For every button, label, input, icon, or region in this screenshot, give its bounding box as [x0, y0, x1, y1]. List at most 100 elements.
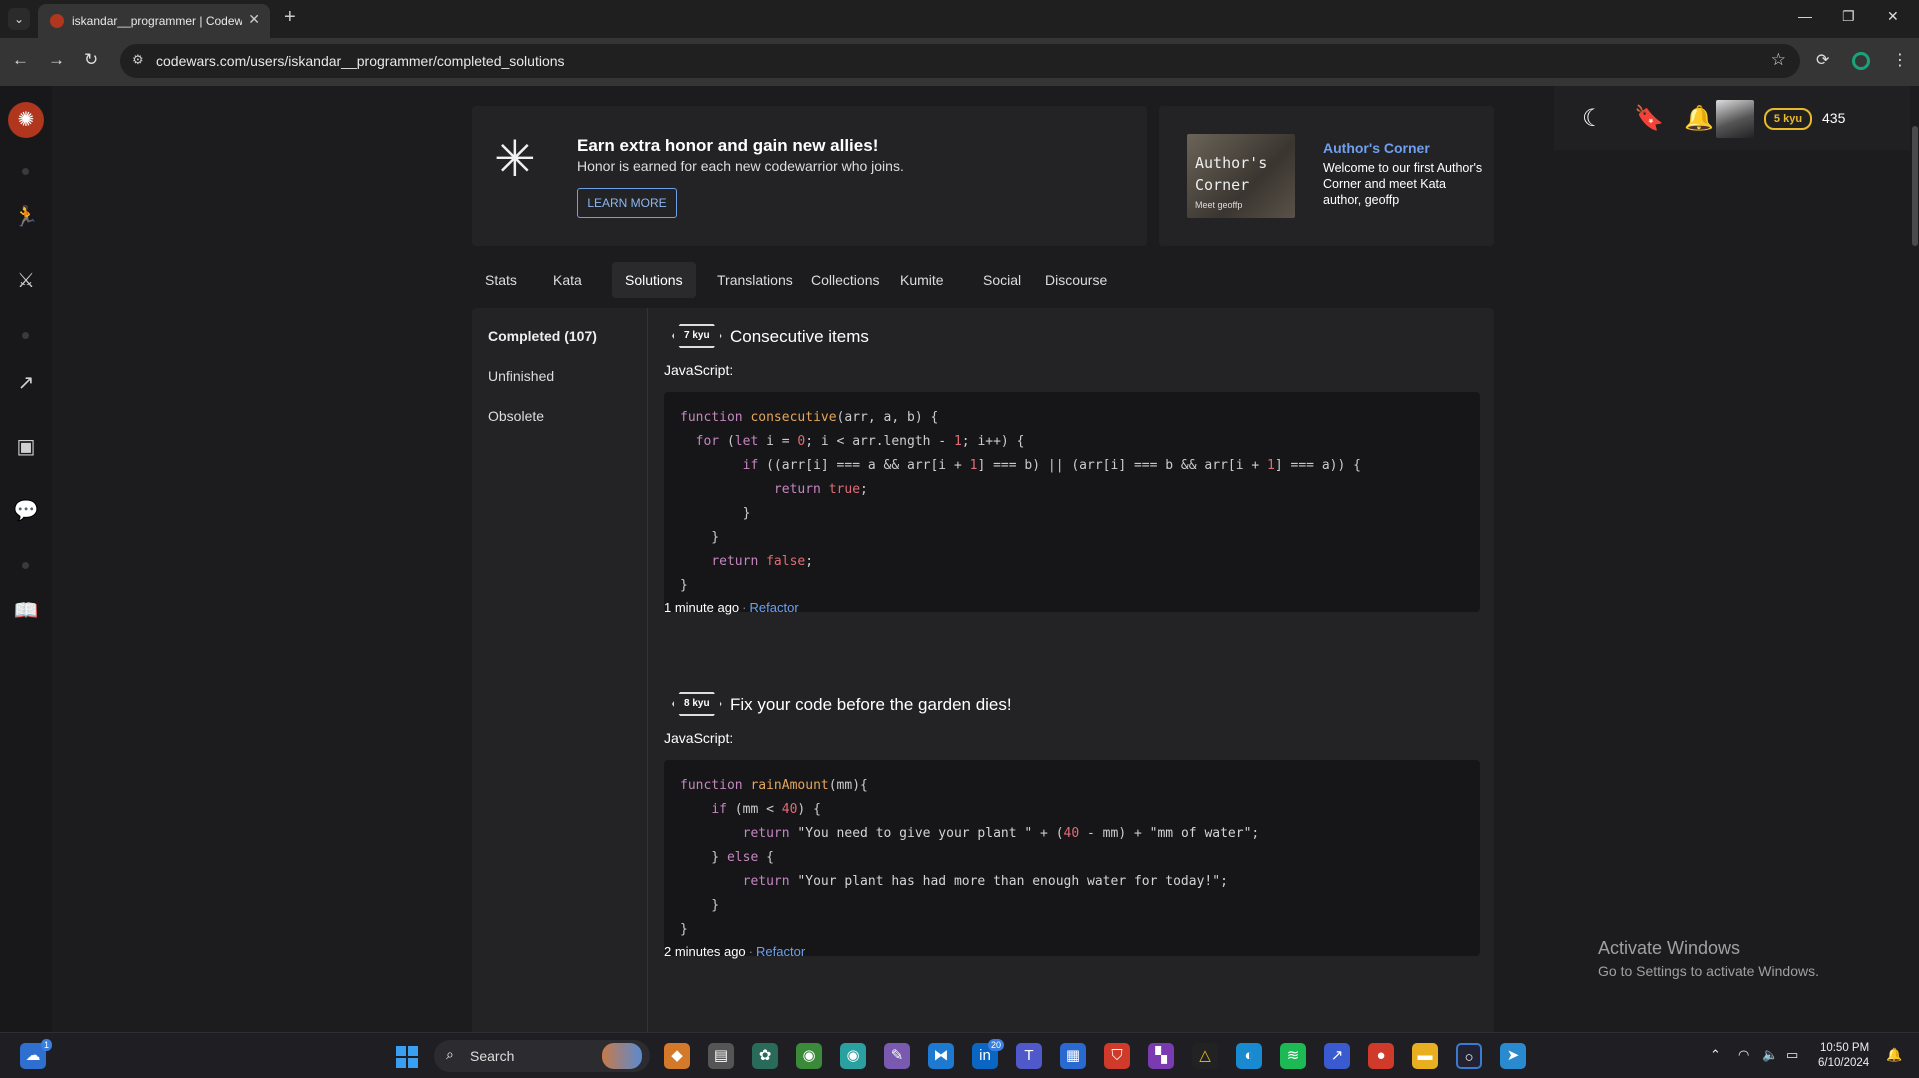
browser-tab[interactable]: iskandar__programmer | Codewars ✕ — [38, 4, 270, 38]
nav-unfinished[interactable]: Unfinished — [488, 368, 554, 384]
tab-discourse[interactable]: Discourse — [1032, 262, 1120, 298]
tray-chevron-icon[interactable]: ⌃ — [1710, 1047, 1721, 1063]
page-scrollbar[interactable] — [1910, 86, 1919, 1032]
copilot-icon[interactable]: ◆ — [664, 1043, 690, 1069]
browser-tab-bar: ⌄ iskandar__programmer | Codewars ✕ + — … — [0, 0, 1919, 38]
refactor-link[interactable]: Refactor — [756, 944, 805, 959]
menu-icon[interactable]: ⋮ — [1892, 50, 1908, 70]
sidebar-divider-dot — [22, 168, 29, 175]
main-content: ✳ Earn extra honor and gain new allies! … — [52, 86, 1919, 1032]
discussion-icon[interactable]: 💬 — [12, 498, 40, 523]
back-button[interactable]: ← — [12, 50, 29, 70]
bookmark-icon[interactable]: 🔖 — [1634, 104, 1664, 133]
sidebar-divider-dot — [22, 332, 29, 339]
kyu-badge: 7 kyu — [672, 324, 722, 348]
edge-icon[interactable]: ◐ — [1236, 1043, 1262, 1069]
taskbar-search[interactable]: ⌕ Search — [434, 1040, 650, 1072]
linkedin-icon[interactable]: in 20 — [972, 1039, 1004, 1069]
feather-app-icon[interactable]: ✎ — [884, 1043, 910, 1069]
discord-icon[interactable]: ▣ — [12, 434, 40, 459]
codewars-logo-icon[interactable]: ✺ — [8, 102, 44, 138]
notification-bell-icon[interactable]: 🔔 — [1886, 1047, 1902, 1063]
burst-icon: ✳ — [494, 131, 536, 187]
refactor-link[interactable]: Refactor — [750, 600, 799, 615]
image-caption: Author's — [1195, 154, 1268, 172]
vscode-icon[interactable]: ⧓ — [928, 1043, 954, 1069]
authors-corner-image[interactable]: Author's Corner Meet geoffp — [1187, 134, 1295, 218]
teams-icon[interactable]: T — [1016, 1043, 1042, 1069]
wifi-icon[interactable]: ◠ — [1738, 1047, 1749, 1063]
bookmark-star-icon[interactable]: ☆ — [1771, 50, 1786, 70]
scrollbar-thumb[interactable] — [1912, 126, 1918, 246]
authors-corner-text: Welcome to our first Author's Corner and… — [1323, 161, 1483, 207]
telegram-icon[interactable]: ➤ — [1500, 1043, 1526, 1069]
brave-icon[interactable]: ⛉ — [1104, 1043, 1130, 1069]
tab-kumite[interactable]: Kumite — [887, 262, 957, 298]
store-icon[interactable]: ▦ — [1060, 1043, 1086, 1069]
practice-icon[interactable]: ⚔ — [12, 268, 40, 293]
kata-title-link[interactable]: Consecutive items — [730, 327, 869, 347]
authors-corner-card: Author's Corner Meet geoffp Author's Cor… — [1159, 106, 1494, 246]
new-tab-button[interactable]: + — [284, 6, 296, 29]
banner-text: Honor is earned for each new codewarrior… — [577, 158, 904, 174]
chatgpt-icon[interactable]: ✿ — [752, 1043, 778, 1069]
notifications-bell-icon[interactable]: 🔔 — [1684, 104, 1714, 133]
leaderboard-trend-icon[interactable]: ↗ — [12, 370, 40, 395]
site-settings-icon[interactable]: ⚙ — [132, 52, 144, 68]
taskbar-clock[interactable]: 10:50 PM 6/10/2024 — [1818, 1041, 1869, 1071]
file-explorer-icon[interactable]: ▬ — [1412, 1043, 1438, 1069]
battery-icon[interactable]: ▭ — [1786, 1047, 1798, 1063]
reload-button[interactable]: ↻ — [84, 50, 98, 70]
solution-time: 1 minute ago — [664, 600, 740, 615]
nav-completed[interactable]: Completed (107) — [488, 328, 597, 344]
tab-search-dropdown[interactable]: ⌄ — [8, 8, 30, 30]
url-text[interactable]: codewars.com/users/iskandar__programmer/… — [156, 53, 565, 69]
image-caption: Meet geoffp — [1195, 200, 1243, 210]
tab-collections[interactable]: Collections — [798, 262, 892, 298]
nav-obsolete[interactable]: Obsolete — [488, 408, 544, 424]
close-tab-icon[interactable]: ✕ — [248, 11, 260, 28]
tab-kata[interactable]: Kata — [540, 262, 595, 298]
restore-icon[interactable]: ❐ — [1842, 8, 1855, 25]
grid-app-icon[interactable]: ▚ — [1148, 1043, 1174, 1069]
training-icon[interactable]: 🏃 — [12, 204, 40, 229]
chrome-icon[interactable]: ◉ — [796, 1043, 822, 1069]
kata-title-link[interactable]: Fix your code before the garden dies! — [730, 695, 1012, 715]
avatar[interactable] — [1716, 100, 1754, 138]
forward-button[interactable]: → — [48, 50, 65, 70]
task-view-icon[interactable]: ▤ — [708, 1043, 734, 1069]
activate-windows-watermark: Activate Windows Go to Settings to activ… — [1598, 938, 1819, 979]
extension-icon[interactable]: ⟳ — [1816, 50, 1829, 70]
solution-meta: 2 minutes ago · Refactor — [664, 944, 806, 959]
search-highlight-image — [602, 1043, 642, 1069]
spotify-icon[interactable]: ≋ — [1280, 1043, 1306, 1069]
code-block: function rainAmount(mm){ if (mm < 40) { … — [664, 760, 1480, 956]
circle-app-icon[interactable]: ○ — [1456, 1043, 1482, 1069]
tab-stats[interactable]: Stats — [472, 262, 530, 298]
left-sidebar: ✺ 🏃 ⚔ ↗ ▣ 💬 📖 — [0, 86, 52, 1032]
volume-icon[interactable]: 🔈 — [1762, 1047, 1778, 1063]
dark-mode-moon-icon[interactable]: ☾ — [1582, 104, 1604, 133]
close-window-icon[interactable]: ✕ — [1887, 8, 1899, 25]
authors-corner-link[interactable]: Author's Corner — [1323, 140, 1430, 156]
maps-pin-icon[interactable]: ● — [1368, 1043, 1394, 1069]
drive-icon[interactable]: △ — [1192, 1043, 1218, 1069]
widgets-icon[interactable]: ☁ 1 — [20, 1039, 52, 1069]
minimize-icon[interactable]: — — [1798, 8, 1812, 24]
tab-social[interactable]: Social — [970, 262, 1034, 298]
watermark-subtitle: Go to Settings to activate Windows. — [1598, 963, 1819, 979]
docs-book-icon[interactable]: 📖 — [12, 598, 40, 623]
address-bar[interactable]: ⚙ codewars.com/users/iskandar__programme… — [120, 44, 1800, 78]
image-caption: Corner — [1195, 176, 1250, 194]
chrome-active-icon[interactable]: ◉ — [840, 1043, 866, 1069]
tab-translations[interactable]: Translations — [704, 262, 806, 298]
start-windows-icon[interactable] — [396, 1046, 418, 1068]
tab-solutions[interactable]: Solutions — [612, 262, 696, 298]
ai-app-icon[interactable]: ↗ — [1324, 1043, 1350, 1069]
windows-taskbar: ☁ 1 ⌕ Search ◆ ▤ ✿ ◉ ◉ ✎ ⧓ in 20 T ▦ ⛉ ▚ △… — [0, 1032, 1919, 1078]
profile-extension-icon[interactable] — [1852, 52, 1870, 70]
search-icon: ⌕ — [446, 1046, 454, 1062]
solutions-panel: Completed (107) Unfinished Obsolete 7 ky… — [472, 308, 1494, 1032]
learn-more-button[interactable]: LEARN MORE — [577, 188, 677, 218]
code-block: function consecutive(arr, a, b) { for (l… — [664, 392, 1480, 612]
